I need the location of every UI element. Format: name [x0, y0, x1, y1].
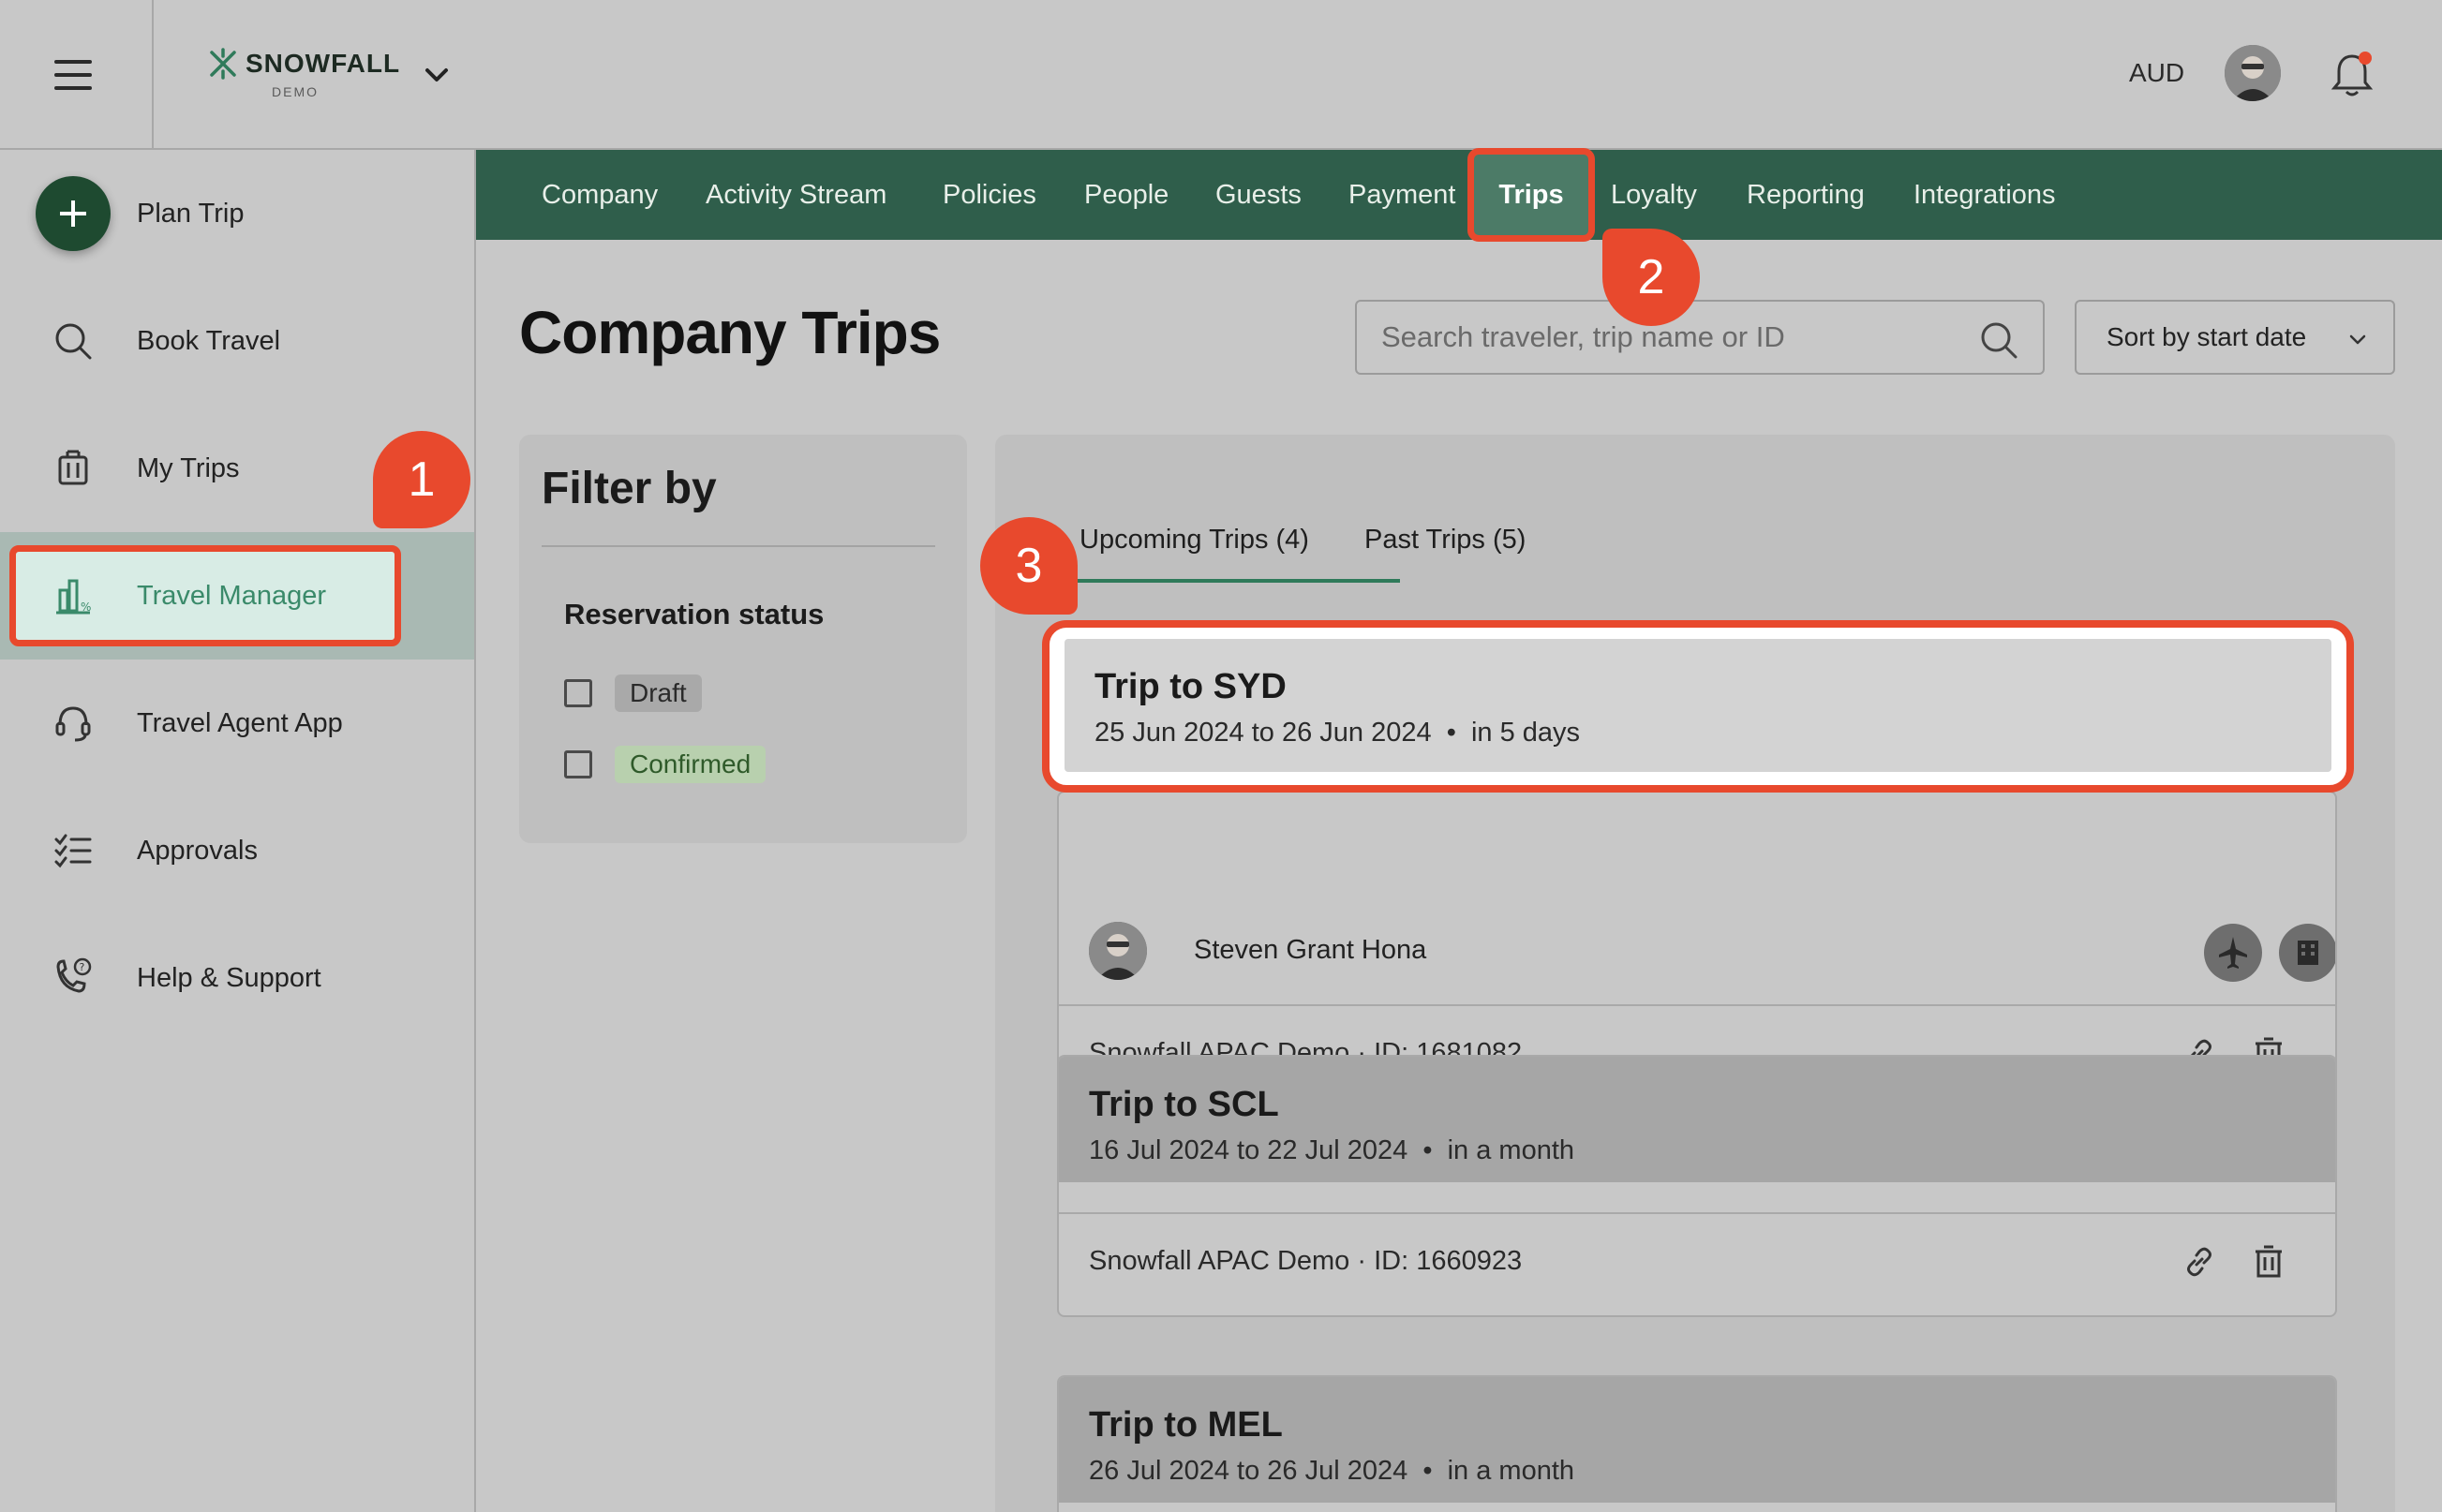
search-icon — [55, 323, 92, 360]
trip-name: Trip to MEL — [1089, 1405, 1283, 1445]
chart-icon: % — [56, 579, 91, 615]
sidebar-item-label: Plan Trip — [137, 198, 245, 229]
traveler-row: Steven Grant Hona — [1059, 903, 2335, 1004]
trip-header: Trip to SCL 16 Jul 2024 to 22 Jul 2024 •… — [1059, 1057, 2335, 1182]
snowfall-logo: SNOWFALL — [206, 47, 400, 81]
confirmed-tag: Confirmed — [615, 746, 767, 783]
tab-guests[interactable]: Guests — [1215, 150, 1302, 240]
snowflake-logo-icon — [210, 48, 236, 80]
tab-upcoming-trips[interactable]: Upcoming Trips (4) — [1080, 525, 1309, 556]
trip-dates: 25 Jun 2024 to 26 Jun 2024 • in 5 days — [1094, 718, 1581, 748]
trip-dates: 26 Jul 2024 to 26 Jul 2024 • in a month — [1089, 1456, 1575, 1486]
building-glyph-icon — [2298, 941, 2318, 965]
draft-tag: Draft — [615, 674, 702, 712]
sidebar: Plan Trip Book Travel My Trips % Travel — [0, 150, 476, 1512]
tab-people[interactable]: People — [1084, 150, 1169, 240]
tab-reporting[interactable]: Reporting — [1747, 150, 1865, 240]
tab-payment[interactable]: Payment — [1348, 150, 1455, 240]
sidebar-item-label: Help & Support — [137, 962, 321, 993]
headset-icon — [55, 706, 91, 742]
confirmed-checkbox[interactable] — [564, 750, 592, 778]
trip-header: Trip to SYD 25 Jun 2024 to 26 Jun 2024 •… — [1065, 639, 2331, 772]
user-avatar[interactable] — [2225, 45, 2281, 101]
trip-card-scl[interactable]: Trip to SCL 16 Jul 2024 to 22 Jul 2024 •… — [1057, 1055, 2337, 1317]
avatar-portrait-icon — [1089, 922, 1147, 980]
logo-subtitle: DEMO — [272, 84, 319, 99]
traveler-name: Steven Grant Hona — [1194, 935, 1427, 965]
sidebar-item-book-travel[interactable]: Book Travel — [0, 277, 474, 405]
svg-text:?: ? — [80, 961, 85, 973]
tab-trips[interactable]: Trips — [1467, 148, 1595, 242]
divider — [542, 545, 935, 547]
page-title: Company Trips — [519, 299, 941, 366]
hamburger-menu-icon[interactable] — [54, 60, 92, 90]
luggage-icon — [58, 450, 88, 485]
chevron-down-icon — [2349, 334, 2366, 345]
trip-syd-highlight[interactable]: Trip to SYD 25 Jun 2024 to 26 Jun 2024 •… — [1042, 620, 2354, 793]
tab-activity-stream[interactable]: Activity Stream — [706, 150, 886, 240]
trip-meta-row: Snowfall APAC Demo · ID: 1660923 — [1059, 1212, 2335, 1312]
sidebar-item-label: Travel Agent App — [137, 707, 343, 738]
sidebar-item-help-support[interactable]: ? Help & Support — [0, 914, 474, 1042]
plus-icon[interactable] — [36, 176, 111, 251]
step-badge-1: 1 — [373, 431, 470, 528]
phone-help-icon: ? — [56, 957, 92, 993]
sidebar-item-travel-manager[interactable]: % Travel Manager — [0, 532, 474, 660]
trip-card-mel[interactable]: Trip to MEL 26 Jul 2024 to 26 Jul 2024 •… — [1057, 1375, 2337, 1512]
search-icon[interactable] — [1979, 320, 2018, 360]
tab-integrations[interactable]: Integrations — [1913, 150, 2056, 240]
draft-checkbox[interactable] — [564, 679, 592, 707]
tab-past-trips[interactable]: Past Trips (5) — [1364, 525, 1526, 556]
tab-company[interactable]: Company — [542, 150, 658, 240]
hotel-icon — [2279, 924, 2335, 982]
trash-icon[interactable] — [2249, 1242, 2288, 1282]
active-tab-indicator — [1076, 579, 1400, 583]
sidebar-item-label: Travel Manager — [137, 580, 327, 611]
sort-dropdown[interactable]: Sort by start date — [2075, 300, 2395, 375]
step-badge-3: 3 — [980, 517, 1078, 615]
sidebar-item-label: My Trips — [137, 452, 240, 483]
checklist-icon — [54, 834, 92, 868]
svg-text:%: % — [81, 600, 91, 614]
plane-glyph-icon — [2219, 937, 2247, 969]
sort-label: Sort by start date — [2107, 322, 2307, 351]
section-nav: Company Activity Stream Policies People … — [476, 150, 2442, 240]
tab-policies[interactable]: Policies — [943, 150, 1036, 240]
spacer — [1059, 1182, 2335, 1212]
trip-name: Trip to SYD — [1094, 667, 1287, 706]
filter-title: Filter by — [542, 464, 717, 513]
filter-section-title: Reservation status — [564, 598, 825, 630]
trip-meta: Snowfall APAC Demo · ID: 1660923 — [1089, 1246, 1523, 1276]
logo-text: SNOWFALL — [246, 49, 401, 78]
sidebar-item-label: Approvals — [137, 835, 258, 866]
chevron-down-icon[interactable] — [420, 58, 454, 92]
trips-panel: Upcoming Trips (4) Past Trips (5) Steven… — [995, 435, 2395, 1512]
traveler-avatar — [1089, 922, 1147, 980]
filter-panel: Filter by Reservation status Draft Confi… — [519, 435, 967, 843]
sidebar-item-label: Book Travel — [137, 325, 281, 356]
filter-option-confirmed[interactable]: Confirmed — [564, 746, 767, 783]
trip-header: Trip to MEL 26 Jul 2024 to 26 Jul 2024 •… — [1059, 1377, 2335, 1503]
currency-selector[interactable]: AUD — [2129, 58, 2184, 88]
notification-bell-icon[interactable] — [2330, 49, 2375, 99]
step-badge-2: 2 — [1602, 229, 1700, 326]
filter-option-draft[interactable]: Draft — [564, 674, 702, 712]
top-bar: SNOWFALL DEMO AUD — [0, 0, 2442, 150]
sidebar-item-approvals[interactable]: Approvals — [0, 787, 474, 914]
avatar-portrait-icon — [2225, 45, 2281, 101]
flight-icon — [2204, 924, 2262, 982]
logo-switcher[interactable]: SNOWFALL DEMO — [152, 0, 476, 150]
trip-name: Trip to SCL — [1089, 1085, 1279, 1124]
trip-dates: 16 Jul 2024 to 22 Jul 2024 • in a month — [1089, 1135, 1575, 1165]
sidebar-item-travel-agent-app[interactable]: Travel Agent App — [0, 660, 474, 787]
tab-loyalty[interactable]: Loyalty — [1611, 150, 1697, 240]
search-field[interactable] — [1355, 300, 2045, 375]
link-icon[interactable] — [2180, 1242, 2219, 1282]
sidebar-item-plan-trip[interactable]: Plan Trip — [0, 150, 474, 277]
